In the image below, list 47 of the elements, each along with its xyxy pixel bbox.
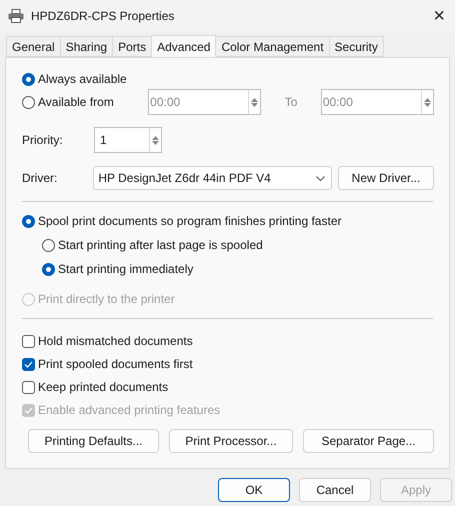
printer-icon [8,9,24,23]
radio-label: Start printing after last page is spooled [58,238,263,252]
tab[interactable]: Ports [112,36,152,57]
close-button[interactable]: × [433,4,445,28]
checkbox[interactable] [22,334,35,348]
radio-button[interactable] [22,96,35,108]
driver-label: Driver: [22,171,58,185]
action-button[interactable]: Separator Page... [303,429,434,453]
radio-label: Always available [38,72,127,86]
checkbox-label: Hold mismatched documents [38,334,193,348]
chevron-down-icon [316,176,325,180]
radio-button[interactable] [42,262,55,276]
radio-label: Print directly to the printer [38,292,175,306]
radio-button[interactable] [42,238,55,252]
to-label: To [284,95,298,109]
priority-field[interactable]: 1 [94,127,162,153]
up-arrow-icon[interactable] [152,136,159,140]
checkbox-label: Keep printed documents [38,380,168,394]
checkbox-label: Print spooled documents first [38,357,193,371]
tab[interactable]: Sharing [60,36,114,57]
radio-label: Available from [38,95,115,109]
driver-dropdown[interactable]: HP DesignJet Z6dr 44in PDF V4 [93,166,332,190]
priority-label: Priority: [22,133,64,147]
action-button[interactable]: Printing Defaults... [28,429,159,453]
checkmark-icon [24,406,33,414]
down-arrow-icon[interactable] [152,140,159,144]
tab[interactable]: Security [328,36,384,57]
dialog-button[interactable]: Cancel [299,478,371,502]
up-arrow-icon[interactable] [251,98,258,102]
new-driver-button[interactable]: New Driver... [338,166,434,190]
down-arrow-icon[interactable] [424,102,432,106]
checkbox[interactable] [22,380,35,394]
action-button[interactable]: Print Processor... [168,429,294,453]
tab[interactable]: Advanced [151,35,216,57]
tab[interactable]: Color Management [215,36,330,57]
dialog-button[interactable]: OK [218,478,290,502]
checkbox[interactable] [22,358,35,370]
up-arrow-icon[interactable] [424,98,432,102]
radio-label: Spool print documents so program finishes printing faster [38,214,342,228]
radio-button[interactable] [22,72,35,86]
window-title: HPDZ6DR-CPS Properties [31,9,176,23]
checkmark-icon [24,360,33,368]
checkbox-label: Enable advanced printing features [38,403,220,417]
down-arrow-icon[interactable] [251,102,258,106]
tab[interactable]: General [6,36,61,57]
radio-label: Start printing immediately [58,262,194,276]
radio-button[interactable] [22,214,35,228]
